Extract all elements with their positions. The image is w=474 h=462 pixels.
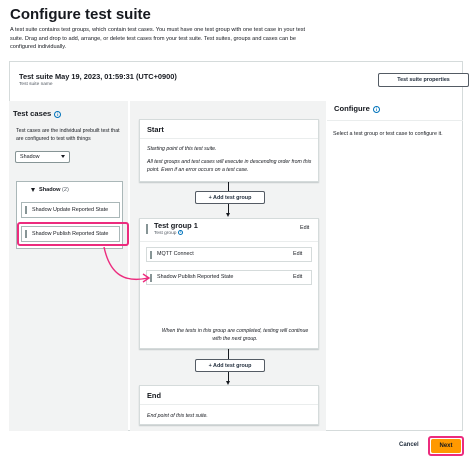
drag-arrow-icon xyxy=(103,246,151,283)
cancel-button[interactable]: Cancel xyxy=(399,442,419,448)
next-button-highlight xyxy=(428,436,464,456)
